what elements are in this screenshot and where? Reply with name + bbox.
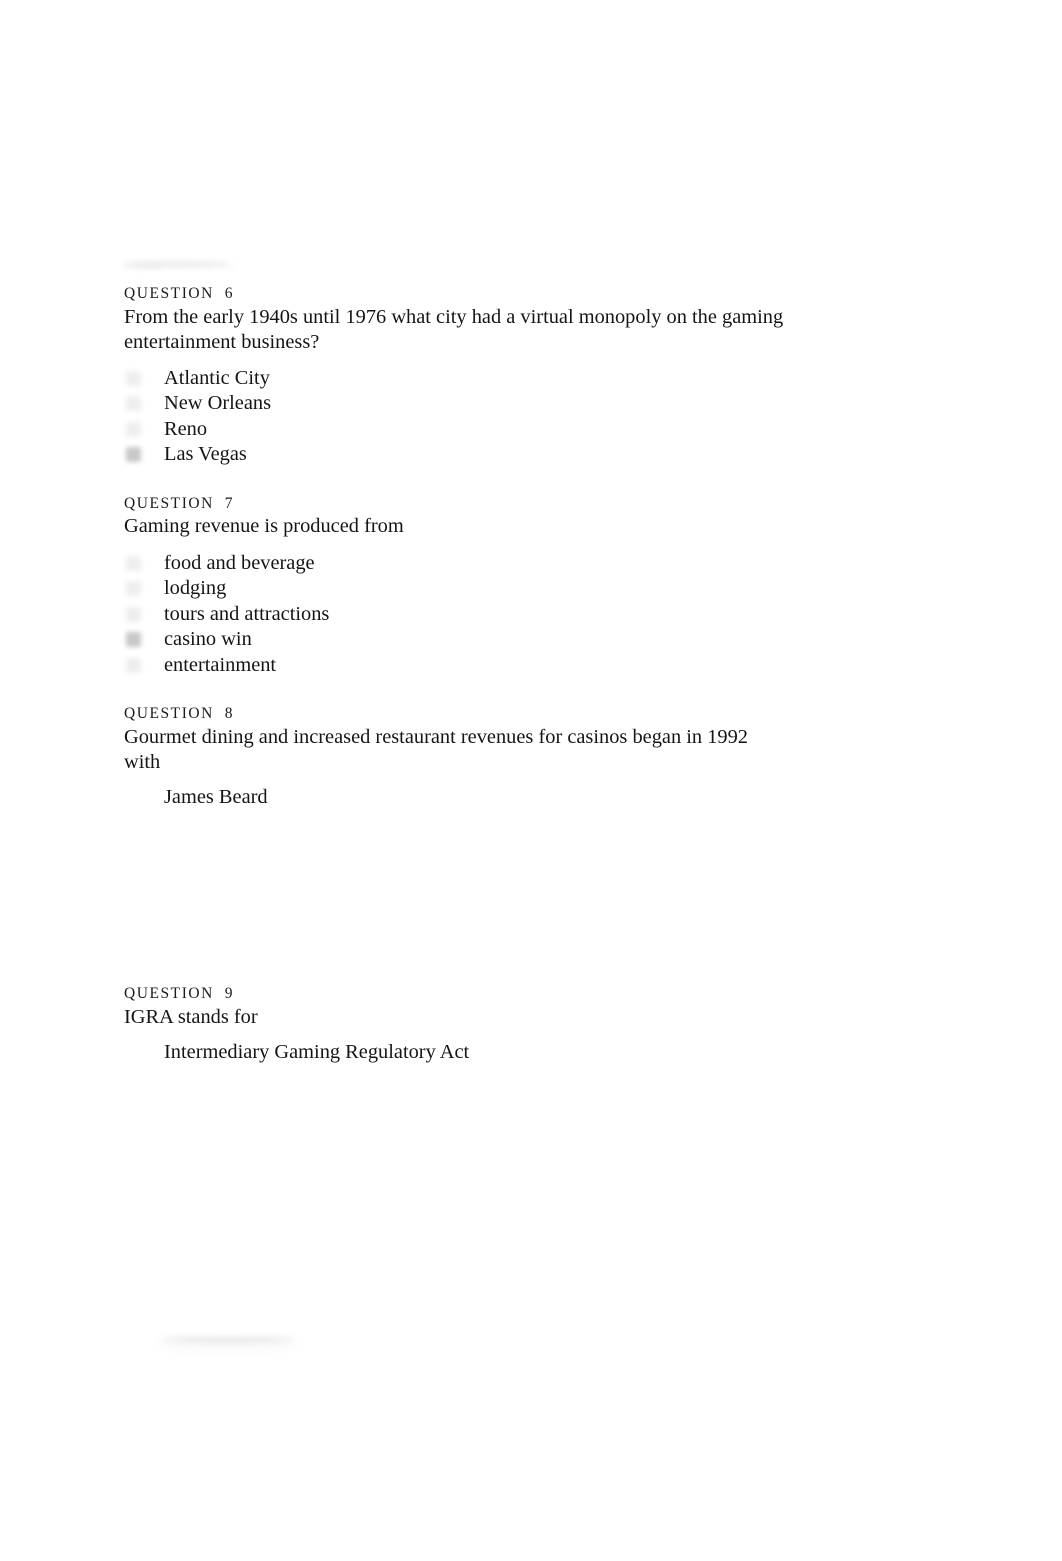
option-label: Las Vegas	[164, 443, 247, 466]
radio-button-icon[interactable]	[126, 555, 141, 571]
radio-button-icon[interactable]	[126, 581, 141, 597]
radio-button-selected-icon[interactable]	[126, 632, 141, 648]
option-label: food and beverage	[164, 551, 315, 574]
scan-smudge-top-icon	[124, 262, 234, 267]
document-page: QUESTION 6 From the early 1940s until 19…	[0, 0, 1062, 1561]
question-8-prompt: Gourmet dining and increased restaurant …	[124, 725, 748, 774]
option-q7-1[interactable]: lodging	[124, 576, 914, 602]
option-q6-2[interactable]: Reno	[124, 417, 914, 443]
option-q7-0[interactable]: food and beverage	[124, 551, 914, 577]
question-8-options: James Beard	[124, 785, 914, 811]
radio-button-icon[interactable]	[126, 421, 141, 437]
radio-button-icon[interactable]	[126, 396, 141, 412]
option-label: Reno	[164, 417, 208, 440]
option-q7-4[interactable]: entertainment	[124, 653, 914, 679]
question-7-options: food and beverage lodging tours and attr…	[124, 551, 914, 679]
question-6-header: QUESTION 6	[124, 285, 235, 302]
radio-button-icon[interactable]	[126, 657, 141, 673]
option-q6-1[interactable]: New Orleans	[124, 391, 914, 417]
option-q6-0[interactable]: Atlantic City	[124, 366, 914, 392]
scan-smudge-bottom-secondary-icon	[152, 1343, 302, 1349]
option-label: entertainment	[164, 653, 277, 676]
option-q6-3[interactable]: Las Vegas	[124, 442, 914, 468]
question-block-9: QUESTION 9 IGRA stands for Intermediary …	[124, 986, 914, 1065]
question-6-prompt: From the early 1940s until 1976 what cit…	[124, 305, 784, 354]
question-6-options: Atlantic City New Orleans Reno Las Vegas	[124, 366, 914, 468]
question-7-prompt: Gaming revenue is produced from	[124, 515, 404, 538]
radio-button-icon[interactable]	[126, 370, 141, 386]
question-9-options: Intermediary Gaming Regulatory Act	[124, 1040, 914, 1066]
option-label: lodging	[164, 577, 227, 600]
question-9-prompt: IGRA stands for	[124, 1005, 258, 1028]
option-q8-0[interactable]: James Beard	[124, 785, 914, 811]
question-7-header: QUESTION 7	[124, 494, 235, 512]
option-label: Atlantic City	[164, 366, 270, 389]
scan-smudge-top-secondary-icon	[118, 264, 164, 268]
option-label: James Beard	[164, 785, 268, 808]
option-label: New Orleans	[164, 392, 272, 415]
radio-button-icon[interactable]	[126, 606, 141, 622]
quiz-content: QUESTION 6 From the early 1940s until 19…	[124, 286, 914, 1065]
question-9-header: QUESTION 9	[124, 985, 235, 1003]
option-label: casino win	[164, 628, 252, 651]
radio-button-selected-icon[interactable]	[126, 447, 141, 463]
question-block-6: QUESTION 6 From the early 1940s until 19…	[124, 286, 914, 468]
option-q9-0[interactable]: Intermediary Gaming Regulatory Act	[124, 1040, 914, 1066]
option-q7-2[interactable]: tours and attractions	[124, 602, 914, 628]
question-block-8: QUESTION 8 Gourmet dining and increased …	[124, 706, 914, 810]
scan-smudge-bottom-icon	[160, 1337, 296, 1342]
question-8-header: QUESTION 8	[124, 705, 235, 723]
option-label: Intermediary Gaming Regulatory Act	[164, 1040, 470, 1063]
option-q7-3[interactable]: casino win	[124, 627, 914, 653]
question-block-7: QUESTION 7 Gaming revenue is produced fr…	[124, 496, 914, 679]
option-label: tours and attractions	[164, 602, 330, 625]
